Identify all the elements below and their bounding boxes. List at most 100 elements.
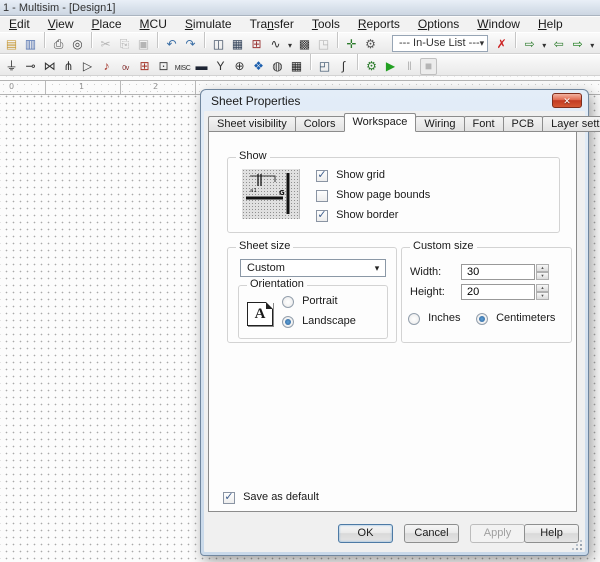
redo-icon[interactable]: ↷ xyxy=(182,36,199,53)
centimeters-radio[interactable] xyxy=(476,313,488,325)
database-manager-icon[interactable]: ⚙ xyxy=(362,36,379,53)
run-icon[interactable]: ▶ xyxy=(382,58,399,75)
centimeters-label: Centimeters xyxy=(496,312,555,324)
stop-icon[interactable]: ■ xyxy=(420,58,437,75)
electromechanical-icon[interactable]: ⊕ xyxy=(231,58,248,75)
help-button[interactable]: Help xyxy=(524,524,579,543)
sheet-size-groupbox: Sheet size Custom ▾ Orientation A Portra… xyxy=(227,247,397,343)
menu-tools[interactable]: Tools xyxy=(303,17,349,32)
tab-wiring[interactable]: Wiring xyxy=(415,116,464,132)
ruler-number: 1 xyxy=(79,82,84,91)
tab-font[interactable]: Font xyxy=(464,116,504,132)
component-wizard-icon[interactable]: ✛ xyxy=(343,36,360,53)
apply-button: Apply xyxy=(470,524,525,543)
window-title: 1 - Multisim - [Design1] xyxy=(3,2,115,14)
tab-pcb[interactable]: PCB xyxy=(503,116,544,132)
grapher-icon[interactable]: ∿ xyxy=(267,36,284,53)
mixed-icon[interactable]: ⊡ xyxy=(155,58,172,75)
menu-options[interactable]: Options xyxy=(409,17,468,32)
width-input[interactable] xyxy=(461,264,535,280)
chevron-down-icon: ▾ xyxy=(369,260,385,276)
menu-view[interactable]: View xyxy=(39,17,83,32)
rf-icon[interactable]: Y xyxy=(212,58,229,75)
diode-icon[interactable]: ⋈ xyxy=(41,58,58,75)
forward-annotate-dropdown-arrow[interactable]: ▾ xyxy=(540,37,548,54)
height-input[interactable] xyxy=(461,284,535,300)
height-label: Height: xyxy=(410,286,445,298)
spinner-down-icon: ▼ xyxy=(536,272,549,280)
ruler-number: 0 xyxy=(9,82,14,91)
resize-grip[interactable] xyxy=(573,541,582,550)
indicator-icon[interactable]: ▬ xyxy=(193,58,210,75)
show-border-checkbox[interactable]: ✓ xyxy=(316,210,328,222)
print-preview-icon[interactable]: ◎ xyxy=(69,36,86,53)
save-icon[interactable]: ▥ xyxy=(22,36,39,53)
erc-icon[interactable]: ✗ xyxy=(493,36,510,53)
portrait-radio[interactable] xyxy=(282,296,294,308)
sheet-size-value: Custom xyxy=(247,262,285,274)
width-spinner[interactable]: ▲ ▼ xyxy=(536,264,549,280)
undo-icon[interactable]: ↶ xyxy=(163,36,180,53)
spreadsheet-view-icon[interactable]: ▦ xyxy=(229,36,246,53)
in-use-list-combobox[interactable]: --- In-Use List --- ▾ xyxy=(392,35,488,52)
menu-help[interactable]: Help xyxy=(529,17,572,32)
close-button[interactable]: ✕ xyxy=(552,93,582,108)
menu-place[interactable]: Place xyxy=(83,17,131,32)
transistor-icon[interactable]: ⋔ xyxy=(60,58,77,75)
height-spinner[interactable]: ▲ ▼ xyxy=(536,284,549,300)
menu-window[interactable]: Window xyxy=(468,17,529,32)
source-component-icon[interactable]: ⏚ xyxy=(3,58,20,75)
tab-colors[interactable]: Colors xyxy=(295,116,345,132)
transfer-data-icon[interactable]: ⇨ xyxy=(569,36,586,53)
cut-icon[interactable]: ✂ xyxy=(97,36,114,53)
menu-edit[interactable]: Edit xyxy=(0,17,39,32)
open-icon[interactable]: ▤ xyxy=(3,36,20,53)
sheet-size-select[interactable]: Custom ▾ xyxy=(240,259,386,277)
menu-reports[interactable]: Reports xyxy=(349,17,409,32)
cmos-icon[interactable]: 0v xyxy=(117,60,134,77)
cancel-button[interactable]: Cancel xyxy=(404,524,459,543)
ok-button[interactable]: OK xyxy=(338,524,393,543)
run-settings-icon[interactable]: ⚙ xyxy=(363,58,380,75)
paste-icon[interactable]: ▣ xyxy=(135,36,152,53)
basic-component-icon[interactable]: ⊸ xyxy=(22,58,39,75)
print-icon[interactable]: ⎙ xyxy=(50,36,67,53)
back-annotate-icon[interactable]: ⇦ xyxy=(550,36,567,53)
menu-mcu[interactable]: MCU xyxy=(131,17,176,32)
symbol-editor-icon[interactable]: ◳ xyxy=(315,36,332,53)
window-titlebar[interactable]: 1 - Multisim - [Design1] xyxy=(0,0,600,16)
save-as-default-label: Save as default xyxy=(243,491,319,503)
misc-component-icon[interactable]: MISC xyxy=(174,60,191,77)
spinner-down-icon: ▼ xyxy=(536,292,549,300)
postprocessor-icon[interactable]: ▩ xyxy=(296,36,313,53)
connector-icon[interactable]: ◍ xyxy=(269,58,286,75)
show-grid-checkbox[interactable]: ✓ xyxy=(316,170,328,182)
misc-digital-icon[interactable]: ⊞ xyxy=(136,58,153,75)
dialog-titlebar[interactable]: Sheet Properties xyxy=(201,90,588,112)
menu-simulate[interactable]: Simulate xyxy=(176,17,241,32)
tab-sheet-visibility[interactable]: Sheet visibility xyxy=(208,116,296,132)
design-toolbox-icon[interactable]: ◫ xyxy=(210,36,227,53)
custom-size-groupbox: Custom size Width: ▲ ▼ Height: xyxy=(401,247,572,343)
ttl-icon[interactable]: ♪ xyxy=(98,58,115,75)
bus-icon[interactable]: ∫ xyxy=(335,58,352,75)
transfer-dropdown-arrow[interactable]: ▾ xyxy=(588,37,596,54)
tab-workspace[interactable]: Workspace xyxy=(344,113,417,132)
landscape-radio[interactable] xyxy=(282,316,294,328)
ni-component-icon[interactable]: ❖ xyxy=(250,58,267,75)
copy-icon[interactable]: ⎘ xyxy=(116,36,133,53)
show-page-bounds-checkbox[interactable] xyxy=(316,190,328,202)
menu-transfer[interactable]: Transfer xyxy=(241,17,303,32)
grapher-dropdown-arrow[interactable]: ▾ xyxy=(286,37,294,54)
hierarchy-icon[interactable]: ◰ xyxy=(316,58,333,75)
inches-radio[interactable] xyxy=(408,313,420,325)
tab-layer-settings[interactable]: Layer settings xyxy=(542,116,600,132)
pause-icon[interactable]: ‖ xyxy=(401,58,418,75)
show-groupbox: Show G a1 ✓ Show grid xyxy=(227,157,560,233)
save-as-default-checkbox[interactable]: ✓ xyxy=(223,492,235,504)
analog-icon[interactable]: ▷ xyxy=(79,58,96,75)
grid-preview-image: G a1 xyxy=(242,169,300,219)
forward-annotate-icon[interactable]: ⇨ xyxy=(521,36,538,53)
mcu-module-icon[interactable]: ▦ xyxy=(288,58,305,75)
database-icon[interactable]: ⊞ xyxy=(248,36,265,53)
